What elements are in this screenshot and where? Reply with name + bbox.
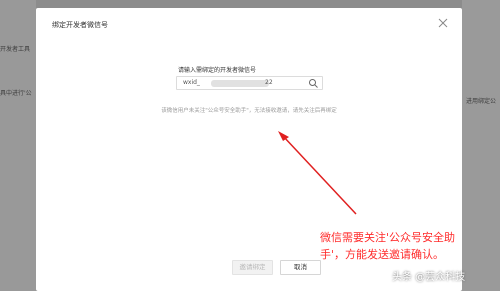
watermark: 头条 @芸众科技	[392, 272, 466, 283]
annotation-arrow	[278, 131, 357, 215]
